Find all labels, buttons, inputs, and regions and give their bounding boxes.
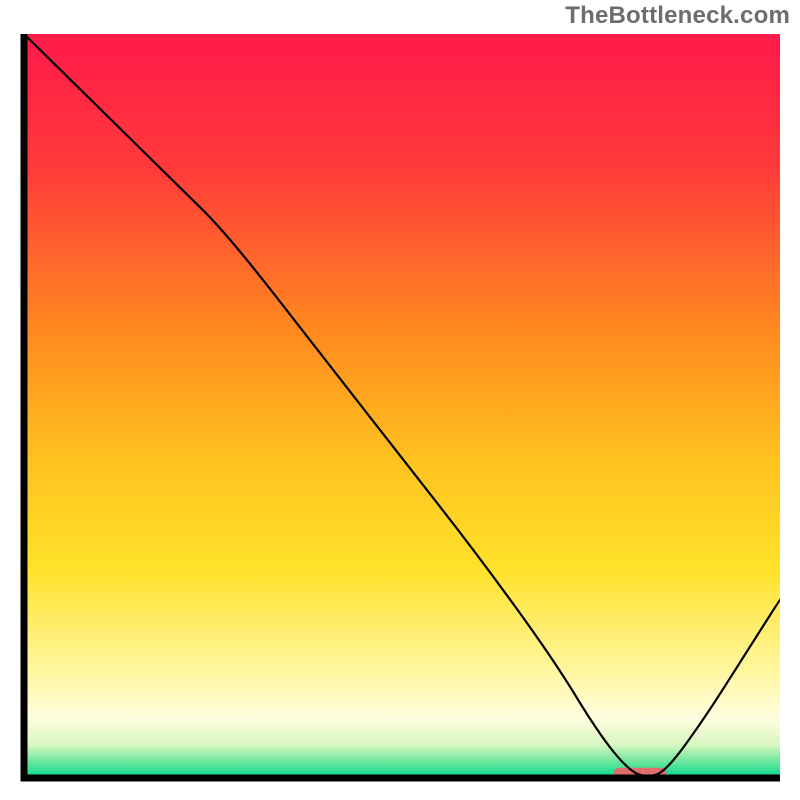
watermark-text: TheBottleneck.com <box>565 2 790 30</box>
plot-area <box>20 34 780 782</box>
bottleneck-chart <box>20 34 780 782</box>
chart-stage: TheBottleneck.com <box>0 0 800 800</box>
